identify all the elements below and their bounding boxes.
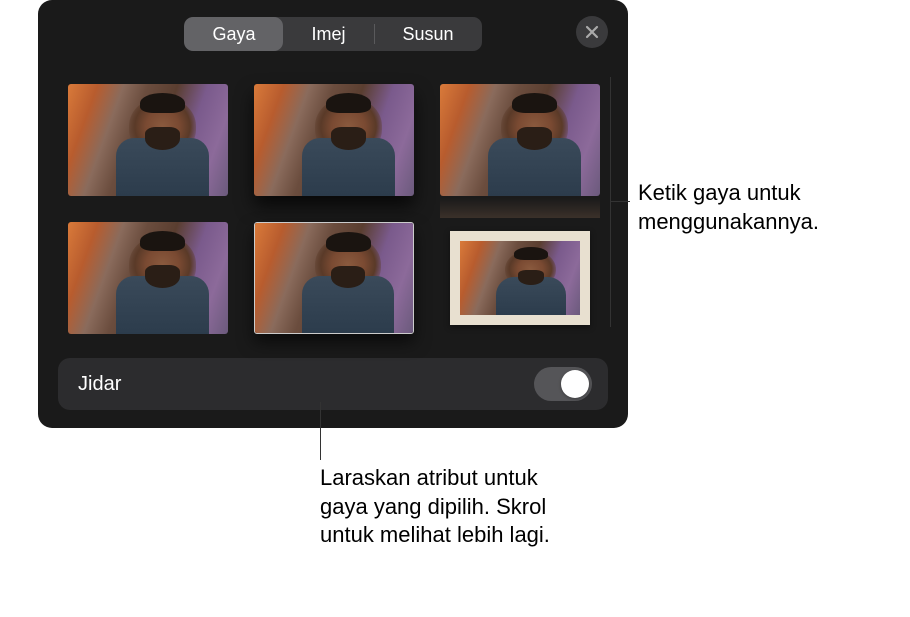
callout-leader-line [610, 77, 611, 327]
border-label: Jidar [78, 373, 121, 396]
border-toggle[interactable] [534, 367, 592, 401]
tab-segmented-control: Gaya Imej Susun [184, 17, 481, 51]
callout-leader-line [610, 201, 630, 202]
style-thumb-thin-border[interactable] [254, 222, 414, 334]
tab-image[interactable]: Imej [283, 17, 373, 51]
tab-style[interactable]: Gaya [184, 17, 283, 51]
callout-leader-line [320, 402, 321, 460]
style-thumb-reflection[interactable] [440, 84, 600, 196]
style-thumb-plain-2[interactable] [68, 222, 228, 334]
border-row: Jidar [58, 358, 608, 410]
panel-header: Gaya Imej Susun [58, 14, 608, 54]
style-thumb-shadow[interactable] [254, 84, 414, 196]
callout-text: Ketik gaya untuk menggunakannya. [638, 179, 898, 236]
style-thumb-frame[interactable] [440, 222, 600, 334]
tab-arrange[interactable]: Susun [375, 17, 482, 51]
styles-grid [58, 84, 608, 334]
close-button[interactable] [576, 16, 608, 48]
callout-text: Laraskan atribut untuk gaya yang dipilih… [320, 464, 550, 550]
format-panel: Gaya Imej Susun [38, 0, 628, 428]
style-thumb-plain[interactable] [68, 84, 228, 196]
close-icon [585, 25, 599, 39]
